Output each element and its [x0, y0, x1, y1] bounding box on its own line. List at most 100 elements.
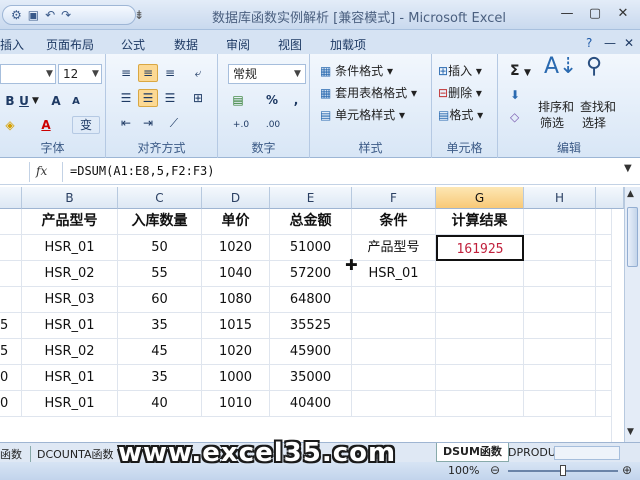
worksheet-grid[interactable]: 产品型号 入库数量 单价 总金额 条件 计算结果 HSR_01 50 1020 …	[0, 209, 612, 443]
result-cell[interactable]: 161925	[436, 235, 524, 261]
cell[interactable]	[436, 261, 524, 287]
tab-view[interactable]: 视图	[278, 36, 302, 53]
table-cell[interactable]: 35000	[270, 365, 352, 391]
cell[interactable]	[352, 391, 436, 417]
sort-filter-label-2[interactable]: 筛选	[540, 114, 564, 132]
fx-icon[interactable]: fx	[36, 164, 47, 178]
cell[interactable]	[352, 339, 436, 365]
merge-center-button[interactable]: ⊞	[188, 89, 208, 107]
cell[interactable]	[436, 287, 524, 313]
tab-formulas[interactable]: 公式	[121, 36, 145, 53]
delete-cells-button[interactable]: ⊟删除 ▾	[438, 84, 482, 102]
column-header-c[interactable]: C	[118, 187, 202, 209]
orientation-button[interactable]: ⟋	[164, 114, 184, 132]
header-quantity[interactable]: 入库数量	[118, 209, 202, 235]
table-cell[interactable]: 1000	[202, 365, 270, 391]
decrease-decimal-button[interactable]: .00	[260, 116, 286, 134]
phonetic-button[interactable]: 变	[72, 116, 100, 134]
scroll-down-icon[interactable]: ▼	[627, 427, 634, 437]
row-prefix-cell[interactable]	[0, 235, 22, 261]
redo-icon[interactable]: ↷	[61, 8, 71, 22]
cell[interactable]	[596, 261, 612, 287]
cell[interactable]	[524, 287, 596, 313]
vertical-scrollbar[interactable]: ▲ ▼	[624, 187, 640, 442]
header-total[interactable]: 总金额	[270, 209, 352, 235]
horizontal-scrollbar[interactable]	[554, 446, 620, 460]
table-cell[interactable]: HSR_01	[22, 313, 118, 339]
table-cell[interactable]: 51000	[270, 235, 352, 261]
table-cell[interactable]: 1020	[202, 235, 270, 261]
clear-icon[interactable]: ◇	[510, 108, 519, 126]
wrap-text-button[interactable]: ⤶	[188, 64, 208, 82]
maximize-button[interactable]: ▢	[584, 4, 606, 24]
font-name-dropdown-icon[interactable]: ▼	[46, 65, 53, 83]
align-middle-button[interactable]: ≡	[138, 64, 158, 82]
underline-button[interactable]: U	[14, 92, 34, 110]
cell[interactable]	[596, 365, 612, 391]
cell[interactable]	[524, 235, 596, 261]
result-header[interactable]: 计算结果	[436, 209, 524, 235]
criteria-header[interactable]: 条件	[352, 209, 436, 235]
table-cell[interactable]: HSR_02	[22, 339, 118, 365]
cell[interactable]	[352, 287, 436, 313]
cell[interactable]	[524, 261, 596, 287]
underline-dropdown-icon[interactable]: ▼	[32, 92, 39, 110]
percent-button[interactable]: %	[262, 91, 282, 109]
align-right-button[interactable]: ☰	[160, 89, 180, 107]
zoom-in-icon[interactable]: ⊕	[622, 463, 632, 477]
zoom-slider-thumb[interactable]	[560, 465, 566, 476]
find-select-label-2[interactable]: 选择	[582, 114, 606, 132]
row-prefix-cell[interactable]	[0, 287, 22, 313]
minimize-button[interactable]: —	[556, 4, 578, 24]
zoom-level[interactable]: 100%	[448, 464, 479, 477]
sheet-tab-dcounta[interactable]: DCOUNTA函数	[30, 446, 113, 462]
cell[interactable]	[524, 209, 596, 235]
tab-insert[interactable]: 插入	[0, 36, 24, 53]
table-cell[interactable]: HSR_01	[22, 365, 118, 391]
cell[interactable]	[524, 339, 596, 365]
cell[interactable]	[596, 339, 612, 365]
insert-cells-button[interactable]: ⊞插入 ▾	[438, 62, 482, 80]
tab-page-layout[interactable]: 页面布局	[46, 36, 94, 53]
sheet-tab-dsum[interactable]: DSUM函数	[436, 443, 509, 462]
column-header-d[interactable]: D	[202, 187, 270, 209]
formula-input[interactable]: =DSUM(A1:E8,5,F2:F3)	[70, 164, 215, 178]
help-icon[interactable]: ?	[586, 36, 592, 50]
tools-icon[interactable]: ⚙	[11, 8, 22, 22]
tab-data[interactable]: 数据	[174, 36, 198, 53]
align-top-button[interactable]: ≡	[116, 64, 136, 82]
row-prefix-cell[interactable]: 5	[0, 313, 22, 339]
cell[interactable]	[352, 365, 436, 391]
align-bottom-button[interactable]: ≡	[160, 64, 180, 82]
column-header-g[interactable]: G	[436, 187, 524, 209]
font-color-button[interactable]: A	[36, 116, 56, 134]
table-cell[interactable]: 64800	[270, 287, 352, 313]
column-header-i-partial[interactable]	[596, 187, 624, 209]
criteria-field-cell[interactable]: 产品型号	[352, 235, 436, 261]
table-cell[interactable]: HSR_01	[22, 391, 118, 417]
scroll-up-icon[interactable]: ▲	[627, 189, 634, 199]
table-cell[interactable]: 1010	[202, 391, 270, 417]
autosum-dropdown-icon[interactable]: ▼	[524, 64, 531, 82]
table-cell[interactable]: 1040	[202, 261, 270, 287]
table-cell[interactable]: 40400	[270, 391, 352, 417]
scroll-thumb[interactable]	[627, 207, 638, 267]
table-cell[interactable]: 50	[118, 235, 202, 261]
ribbon-close-icon[interactable]: ✕	[624, 36, 634, 50]
header-unit-price[interactable]: 单价	[202, 209, 270, 235]
expand-formula-icon[interactable]: ▼	[624, 163, 632, 174]
table-cell[interactable]: 1080	[202, 287, 270, 313]
undo-icon[interactable]: ↶	[45, 8, 55, 22]
cell[interactable]	[596, 287, 612, 313]
row-prefix-cell[interactable]: 0	[0, 365, 22, 391]
table-cell[interactable]: HSR_01	[22, 235, 118, 261]
cell[interactable]	[524, 365, 596, 391]
row-prefix-cell[interactable]: 0	[0, 391, 22, 417]
format-as-table-button[interactable]: ▦ 套用表格格式 ▾	[320, 84, 417, 102]
column-header-h[interactable]: H	[524, 187, 596, 209]
sheet-tab-partial[interactable]: 函数	[0, 446, 22, 462]
increase-indent-button[interactable]: ⇥	[138, 114, 158, 132]
column-header-a-partial[interactable]	[0, 187, 22, 209]
fill-icon[interactable]: ⬇	[510, 86, 520, 104]
table-cell[interactable]: 57200	[270, 261, 352, 287]
